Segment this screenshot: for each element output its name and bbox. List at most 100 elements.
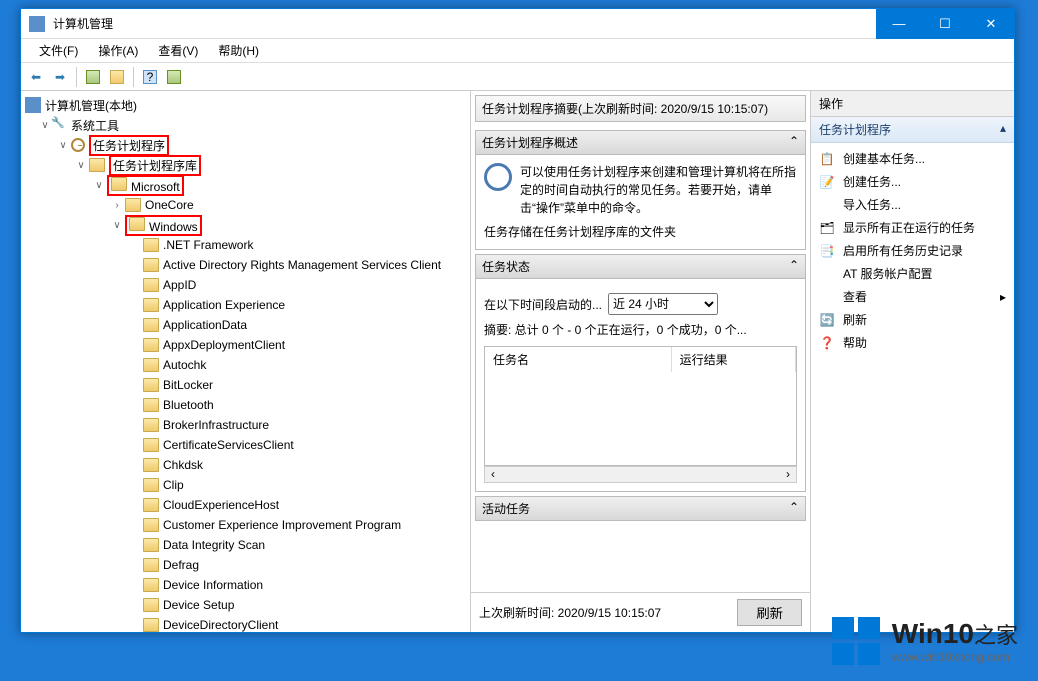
panel-icon [167,70,181,84]
watermark-suffix: 之家 [974,623,1018,648]
action-item[interactable]: 📝创建任务... [811,170,1014,193]
tree-item[interactable]: Device Information [21,575,470,595]
folder-icon [143,338,159,352]
tree-item[interactable]: ∨ 任务计划程序 [21,135,470,155]
collapse-icon[interactable]: ⌃ [789,258,799,275]
col-result[interactable]: 运行结果 [672,347,796,372]
tree-item[interactable]: CloudExperienceHost [21,495,470,515]
action-item[interactable]: 🔄刷新 [811,308,1014,331]
section-title: 任务状态 [482,258,530,275]
tree-label: Active Directory Rights Management Servi… [163,258,441,272]
tree-item[interactable]: Application Experience [21,295,470,315]
menu-view[interactable]: 查看(V) [148,39,208,62]
actions-pane: 操作 任务计划程序 ▴ 📋创建基本任务...📝创建任务...导入任务...🗂显示… [811,91,1014,632]
tree-item[interactable]: ∨ 系统工具 [21,115,470,135]
tree-item[interactable]: Data Integrity Scan [21,535,470,555]
tree-root[interactable]: 计算机管理(本地) [21,95,470,115]
expand-icon[interactable]: ∨ [39,119,51,131]
action-label: 刷新 [843,311,867,328]
status-period-select[interactable]: 近 24 小时 [608,293,718,315]
toolbar-btn-1[interactable] [82,66,104,88]
toolbar-btn-2[interactable] [106,66,128,88]
tree-item[interactable]: › OneCore [21,195,470,215]
tree-item[interactable]: CertificateServicesClient [21,435,470,455]
task-table[interactable]: 任务名 运行结果 [484,346,797,466]
tree-item[interactable]: Defrag [21,555,470,575]
tree-pane[interactable]: 计算机管理(本地) ∨ 系统工具 ∨ 任务计划程序 ∨ 任务计划程序库 [21,91,471,632]
action-item[interactable]: 📋创建基本任务... [811,147,1014,170]
folder-icon [143,358,159,372]
back-button[interactable] [25,66,47,88]
forward-button[interactable] [49,66,71,88]
scroll-left-icon[interactable]: ‹ [485,467,501,482]
tree-item[interactable]: AppID [21,275,470,295]
tree-item[interactable]: Device Setup [21,595,470,615]
minimize-button[interactable]: — [876,9,922,39]
expand-icon[interactable]: ∨ [75,159,87,171]
toolbar-help[interactable]: ? [139,66,161,88]
tree-label: Microsoft [131,180,180,194]
action-label: 导入任务... [843,196,901,213]
folder-icon [143,458,159,472]
action-label: 帮助 [843,334,867,351]
folder-icon [143,598,159,612]
maximize-button[interactable]: ☐ [922,9,968,39]
overview-header[interactable]: 任务计划程序概述 ⌃ [475,130,806,155]
folder-icon [143,298,159,312]
tree-item[interactable]: ∨ 任务计划程序库 [21,155,470,175]
refresh-button[interactable]: 刷新 [737,599,802,626]
action-item[interactable]: 📑启用所有任务历史记录 [811,239,1014,262]
tree-item[interactable]: ∨ Microsoft [21,175,470,195]
action-item[interactable]: AT 服务帐户配置 [811,262,1014,285]
folder-icon [89,158,105,172]
active-header[interactable]: 活动任务 ⌃ [475,496,806,521]
folder-icon [143,518,159,532]
menu-action[interactable]: 操作(A) [88,39,148,62]
tree-item[interactable]: AppxDeploymentClient [21,335,470,355]
actions-section-header[interactable]: 任务计划程序 ▴ [811,117,1014,143]
action-item[interactable]: 导入任务... [811,193,1014,216]
expand-icon[interactable]: ∨ [57,139,69,151]
collapse-icon[interactable]: ▴ [1000,121,1006,138]
menu-file[interactable]: 文件(F) [29,39,88,62]
tree-label: Customer Experience Improvement Program [163,518,401,532]
actions-section-title: 任务计划程序 [819,121,891,138]
horizontal-scrollbar[interactable]: ‹ › [484,466,797,483]
tree-item[interactable]: Chkdsk [21,455,470,475]
action-icon [819,266,835,282]
action-label: 创建任务... [843,173,901,190]
action-item[interactable]: 🗂显示所有正在运行的任务 [811,216,1014,239]
tree-item[interactable]: Bluetooth [21,395,470,415]
tree-item[interactable]: BitLocker [21,375,470,395]
folder-icon [143,318,159,332]
status-header[interactable]: 任务状态 ⌃ [475,254,806,279]
tree-label: Data Integrity Scan [163,538,265,552]
tree-item[interactable]: BrokerInfrastructure [21,415,470,435]
action-item[interactable]: ❓帮助 [811,331,1014,354]
expand-icon[interactable]: ∨ [93,179,105,191]
tree-label: Chkdsk [163,458,203,472]
tree-item[interactable]: Active Directory Rights Management Servi… [21,255,470,275]
highlight: Windows [125,215,202,236]
tree-item[interactable]: ApplicationData [21,315,470,335]
tree-item[interactable]: .NET Framework [21,235,470,255]
menu-help[interactable]: 帮助(H) [208,39,269,62]
tree-label: Autochk [163,358,206,372]
tree-item[interactable]: Clip [21,475,470,495]
tree-item[interactable]: Customer Experience Improvement Program [21,515,470,535]
tree-item[interactable]: DeviceDirectoryClient [21,615,470,632]
expand-icon[interactable]: ∨ [111,219,123,231]
details-body[interactable]: 任务计划程序概述 ⌃ 可以使用任务计划程序来创建和管理计算机将在所指定的时间自动… [471,126,810,592]
overview-text2: 任务存储在任务计划程序库的文件夹 [484,223,797,241]
collapse-icon[interactable]: ⌃ [789,500,799,517]
toolbar-btn-3[interactable] [163,66,185,88]
close-button[interactable]: ✕ [968,9,1014,39]
action-item[interactable]: 查看 [811,285,1014,308]
collapse-icon[interactable]: ⌃ [789,134,799,151]
expand-icon[interactable]: › [111,199,123,211]
scroll-right-icon[interactable]: › [780,467,796,482]
tree-item[interactable]: ∨ Windows [21,215,470,235]
tree-item[interactable]: Autochk [21,355,470,375]
col-task-name[interactable]: 任务名 [485,347,672,372]
computer-icon [25,97,41,113]
